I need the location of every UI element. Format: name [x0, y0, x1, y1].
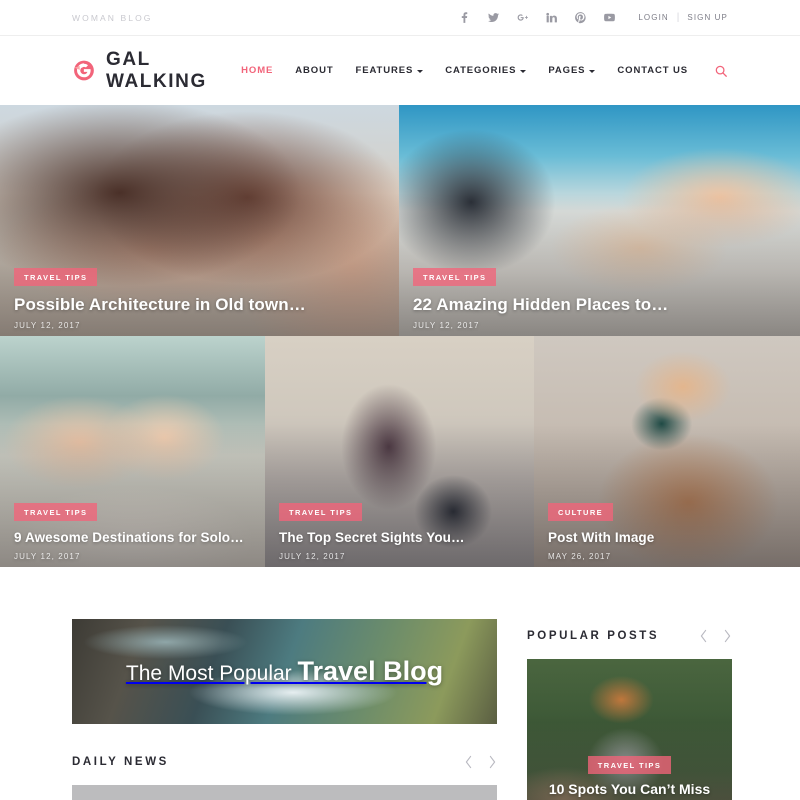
logo-g-icon — [72, 57, 96, 84]
linkedin-icon[interactable] — [545, 11, 558, 24]
chevron-down-icon — [520, 69, 527, 73]
category-badge[interactable]: TRAVEL TIPS — [279, 502, 363, 521]
promo-caption: The Most Popular Travel Blog — [126, 656, 443, 687]
featured-card-3[interactable]: TRAVEL TIPS 9 Awesome Destinations for S… — [0, 336, 265, 567]
featured-card-1[interactable]: TRAVEL TIPS Possible Architecture in Old… — [0, 105, 399, 336]
featured-card-5[interactable]: CULTURE Post With Image MAY 26, 2017 — [534, 336, 800, 567]
search-icon[interactable] — [714, 64, 728, 78]
popular-posts-arrows — [699, 629, 732, 643]
popular-posts-title: POPULAR POSTS — [527, 630, 660, 642]
chevron-down-icon — [417, 69, 424, 73]
post-date: MAY 26, 2017 — [548, 552, 612, 561]
featured-posts-grid: TRAVEL TIPS Possible Architecture in Old… — [0, 105, 800, 567]
featured-card-4[interactable]: TRAVEL TIPS The Top Secret Sights You… J… — [265, 336, 534, 567]
post-date: JULY 12, 2017 — [279, 552, 346, 561]
post-date: JULY 12, 2017 — [14, 321, 81, 330]
popular-post-card[interactable]: TRAVEL TIPS 10 Spots You Can’t Miss on I… — [527, 659, 732, 800]
site-header: GAL WALKING HOME ABOUT FEATURES CATEGORI… — [0, 36, 800, 105]
chevron-down-icon — [589, 69, 596, 73]
chevron-left-icon[interactable] — [699, 629, 708, 643]
category-badge[interactable]: TRAVEL TIPS — [14, 502, 98, 521]
post-title: 9 Awesome Destinations for Solo… — [14, 529, 244, 545]
popular-posts-header: POPULAR POSTS — [527, 629, 732, 643]
google-plus-icon[interactable] — [516, 11, 529, 24]
top-bar: WOMAN BLOG LOGIN | SIGN UP — [0, 0, 800, 36]
nav-item-contact-us[interactable]: CONTACT US — [617, 65, 688, 76]
promo-caption-thin: The Most Popular — [125, 662, 298, 685]
daily-news-title: DAILY NEWS — [72, 756, 169, 768]
daily-news-arrows — [464, 755, 497, 769]
signup-link[interactable]: SIGN UP — [687, 13, 728, 22]
chevron-right-icon[interactable] — [723, 629, 732, 643]
post-date: JULY 12, 2017 — [413, 321, 480, 330]
category-badge[interactable]: TRAVEL TIPS — [413, 267, 497, 286]
post-title: The Top Secret Sights You… — [279, 529, 465, 545]
featured-row-top: TRAVEL TIPS Possible Architecture in Old… — [0, 105, 800, 336]
promo-caption-bold: Travel Blog — [297, 656, 444, 686]
nav-item-about[interactable]: ABOUT — [295, 65, 333, 76]
main-column: The Most Popular Travel Blog DAILY NEWS — [72, 619, 497, 800]
top-bar-right: LOGIN | SIGN UP — [458, 11, 728, 24]
post-info: CULTURE Post With Image MAY 26, 2017 — [534, 502, 800, 567]
nav-label: CATEGORIES — [445, 65, 517, 76]
login-link[interactable]: LOGIN — [638, 13, 668, 22]
nav-label: HOME — [241, 65, 274, 76]
featured-card-2[interactable]: TRAVEL TIPS 22 Amazing Hidden Places to…… — [399, 105, 800, 336]
main-nav: HOME ABOUT FEATURES CATEGORIES PAGES CON… — [241, 64, 728, 78]
post-title-line-1: 10 Spots You Can’t Miss — [548, 781, 711, 798]
post-title: 22 Amazing Hidden Places to… — [413, 294, 669, 314]
nav-item-features[interactable]: FEATURES — [356, 65, 424, 76]
promo-banner[interactable]: The Most Popular Travel Blog — [72, 619, 497, 724]
site-logo[interactable]: GAL WALKING — [72, 49, 241, 93]
nav-item-pages[interactable]: PAGES — [548, 65, 596, 76]
nav-label: CONTACT US — [617, 65, 688, 76]
post-title: Possible Architecture in Old town… — [14, 294, 306, 314]
nav-item-categories[interactable]: CATEGORIES — [445, 65, 527, 76]
chevron-right-icon[interactable] — [488, 755, 497, 769]
daily-news-image-placeholder[interactable] — [72, 785, 497, 800]
nav-label: FEATURES — [355, 65, 414, 76]
nav-item-home[interactable]: HOME — [241, 65, 273, 76]
twitter-icon[interactable] — [487, 11, 500, 24]
nav-label: ABOUT — [295, 65, 334, 76]
category-badge[interactable]: CULTURE — [548, 502, 614, 521]
daily-news-header: DAILY NEWS — [72, 755, 497, 769]
post-date: JULY 12, 2017 — [14, 552, 81, 561]
category-badge[interactable]: TRAVEL TIPS — [587, 756, 672, 775]
category-badge[interactable]: TRAVEL TIPS — [14, 267, 98, 286]
featured-row-bottom: TRAVEL TIPS 9 Awesome Destinations for S… — [0, 336, 800, 567]
content-area: The Most Popular Travel Blog DAILY NEWS … — [0, 619, 800, 800]
facebook-icon[interactable] — [458, 11, 471, 24]
logo-text: GAL WALKING — [105, 48, 207, 92]
nav-label: PAGES — [548, 65, 586, 76]
sidebar-column: POPULAR POSTS TRAVEL TIPS 10 Spots You C… — [527, 619, 732, 800]
post-title: Post With Image — [548, 529, 655, 545]
site-tagline: WOMAN BLOG — [72, 12, 153, 23]
social-links — [458, 11, 616, 24]
post-info: TRAVEL TIPS 22 Amazing Hidden Places to…… — [399, 267, 800, 336]
auth-links: LOGIN | SIGN UP — [638, 12, 728, 23]
chevron-left-icon[interactable] — [464, 755, 473, 769]
post-info: TRAVEL TIPS 9 Awesome Destinations for S… — [0, 502, 265, 567]
pinterest-icon[interactable] — [574, 11, 587, 24]
youtube-icon[interactable] — [603, 11, 616, 24]
auth-separator: | — [676, 12, 680, 23]
post-info: TRAVEL TIPS Possible Architecture in Old… — [0, 267, 399, 336]
post-info: TRAVEL TIPS The Top Secret Sights You… J… — [265, 502, 534, 567]
post-info: TRAVEL TIPS 10 Spots You Can’t Miss on I… — [527, 755, 732, 800]
